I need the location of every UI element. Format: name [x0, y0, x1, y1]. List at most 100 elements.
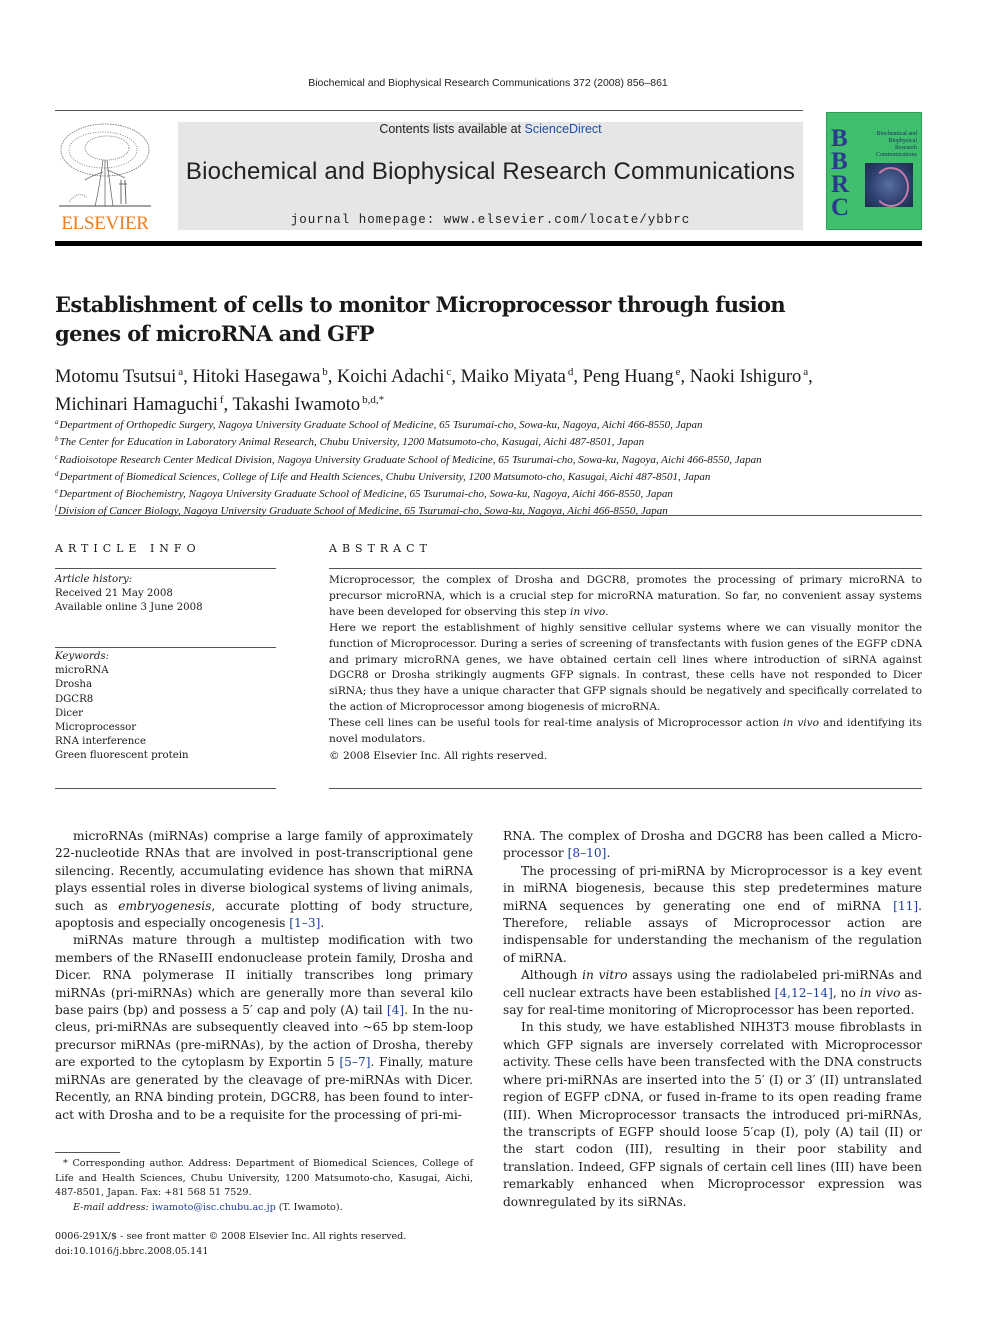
cover-title-line: Communications — [876, 152, 917, 158]
keyword: RNA interference — [55, 736, 146, 748]
abstract-paragraph: Microprocessor, the complex of Drosha an… — [329, 573, 922, 621]
journal-banner: Contents lists available at ScienceDirec… — [178, 122, 803, 230]
author-affil-mark[interactable]: f — [220, 394, 224, 406]
front-matter: 0006-291X/$ - see front matter © 2008 El… — [55, 1230, 473, 1259]
author[interactable]: Michinari Hamaguchi f — [55, 394, 224, 415]
email-link[interactable]: iwamoto@isc.chubu.ac.jp — [152, 1202, 276, 1213]
body-column-right: RNA. The complex of Drosha and DGCR8 has… — [503, 828, 922, 1211]
journal-homepage[interactable]: journal homepage: www.elsevier.com/locat… — [178, 213, 803, 227]
text: Although — [521, 968, 583, 983]
journal-title: Biochemical and Biophysical Research Com… — [185, 158, 796, 185]
author[interactable]: Hitoki Hasegawa b — [192, 366, 328, 387]
history-label: Article history: — [55, 574, 133, 585]
affiliation: aDepartment of Orthopedic Surgery, Nagoy… — [55, 415, 935, 432]
author[interactable]: Motomu Tsutsui a — [55, 366, 183, 387]
text: , no — [832, 985, 860, 1000]
affiliation: fDivision of Cancer Biology, Nagoya Univ… — [55, 501, 935, 518]
author[interactable]: Peng Huang e — [582, 366, 681, 387]
sciencedirect-link[interactable]: ScienceDirect — [525, 122, 602, 136]
italic-text: in vivo — [859, 985, 901, 1000]
text: . — [606, 846, 611, 861]
author-list: Motomu Tsutsui a, Hitoki Hasegawa b, Koich… — [55, 366, 813, 415]
author-name: Maiko Miyata — [460, 367, 566, 387]
cover-title-line: Biophysical — [888, 138, 917, 144]
cover-letters: B B R C — [831, 125, 850, 221]
author-affil-mark[interactable]: a — [803, 366, 808, 378]
corresponding-note: * Corresponding author. Address: Departm… — [55, 1158, 473, 1198]
journal-cover[interactable]: B B R C Biochemical and Biophysical Rese… — [826, 112, 922, 230]
keyword: Drosha — [55, 679, 93, 691]
abstract-rule — [329, 568, 922, 569]
abstract-rule — [329, 788, 922, 789]
author-affil-mark[interactable]: a — [178, 366, 183, 378]
affiliation-mark: c — [55, 452, 59, 461]
keywords: Keywords: microRNA Drosha DGCR8 Dicer Mi… — [55, 650, 276, 764]
body-paragraph: microRNAs (miRNAs) comprise a large fami… — [55, 828, 473, 932]
section-divider — [55, 515, 922, 516]
body-paragraph: RNA. The complex of Drosha and DGCR8 has… — [503, 828, 922, 863]
header-thick-rule — [55, 241, 922, 246]
doi[interactable]: doi:10.1016/j.bbrc.2008.05.141 — [55, 1245, 473, 1260]
received-date: Received 21 May 2008 — [55, 588, 173, 600]
affiliation: bThe Center for Education in Laboratory … — [55, 432, 935, 449]
keyword: Dicer — [55, 707, 84, 719]
author[interactable]: Koichi Adachi c — [337, 366, 451, 387]
abstract-body: Microprocessor, the complex of Drosha an… — [329, 573, 922, 765]
author-affil-mark[interactable]: b,d,* — [362, 394, 384, 406]
body-paragraph: The processing of pri-miRNA by Microproc… — [503, 863, 922, 967]
affiliation-mark: d — [55, 469, 59, 478]
email-line: E-mail address: iwamoto@isc.chubu.ac.jp … — [55, 1201, 473, 1216]
text: RNA. The complex of Drosha and DGCR8 has… — [503, 829, 922, 861]
author-name: Motomu Tsutsui — [55, 367, 177, 387]
italic-text: in vitro — [582, 968, 628, 983]
author[interactable]: Naoki Ishiguro a — [690, 366, 808, 387]
author-name: Peng Huang — [582, 367, 674, 387]
author-affil-mark[interactable]: b — [322, 366, 328, 378]
cover-letter: B — [831, 125, 848, 152]
keyword: Green fluorescent protein — [55, 750, 189, 762]
author-affil-mark[interactable]: e — [676, 366, 681, 378]
abstract-paragraph: Here we report the establishment of high… — [329, 621, 922, 714]
text: Microprocessor, the complex of Drosha an… — [329, 574, 922, 618]
affiliation: cRadioisotope Research Center Medical Di… — [55, 450, 935, 467]
cover-letter: C — [831, 194, 850, 221]
affiliation-mark: e — [55, 487, 59, 496]
tree-icon — [59, 123, 151, 207]
body-paragraph: miRNAs mature through a multistep modifi… — [55, 932, 473, 1123]
article-title: Establishment of cells to monitor Microp… — [55, 292, 786, 346]
author-affil-mark[interactable]: c — [446, 366, 451, 378]
cover-title-line: Biochemical and — [876, 131, 918, 137]
affiliation: eDepartment of Biochemistry, Nagoya Univ… — [55, 484, 935, 501]
citation-link[interactable]: [4,12–14] — [775, 986, 833, 1000]
author-name: Koichi Adachi — [337, 367, 445, 387]
author[interactable]: Takashi Iwamoto b,d,* — [232, 394, 384, 415]
cover-title: Biochemical and Biophysical Research Com… — [857, 131, 917, 159]
citation-link[interactable]: [5–7] — [339, 1055, 370, 1069]
author-affil-mark[interactable]: d — [568, 366, 574, 378]
article-info-rule — [55, 647, 276, 648]
affiliation: dDepartment of Biomedical Sciences, Coll… — [55, 467, 935, 484]
contents-prefix: Contents lists available at — [379, 122, 525, 136]
affiliation-text: Department of Orthopedic Surgery, Nagoya… — [59, 419, 703, 431]
body-column-left: microRNAs (miRNAs) comprise a large fami… — [55, 828, 473, 1124]
citation-link[interactable]: [1–3] — [289, 916, 320, 930]
italic-text: in vivo — [783, 717, 820, 730]
article-info-rule — [55, 788, 276, 789]
affiliation-text: Department of Biomedical Sciences, Colle… — [59, 470, 711, 483]
text: These cell lines can be useful tools for… — [329, 717, 784, 730]
author-name: Takashi Iwamoto — [232, 395, 361, 415]
citation-link[interactable]: [8–10] — [568, 846, 607, 860]
author[interactable]: Maiko Miyata d — [460, 366, 574, 387]
elsevier-logo[interactable]: ELSEVIER — [55, 120, 155, 235]
citation-link[interactable]: [4] — [387, 1003, 404, 1017]
italic-text: in vivo — [569, 605, 606, 618]
running-head: Biochemical and Biophysical Research Com… — [308, 77, 668, 89]
italic-text: embryogenesis — [118, 898, 212, 913]
keyword: DGCR8 — [55, 693, 94, 705]
email-label: E-mail address: — [73, 1201, 149, 1213]
text: . — [605, 605, 609, 618]
affiliation-mark: a — [55, 418, 59, 426]
email-suffix: (T. Iwamoto). — [275, 1201, 343, 1213]
citation-link[interactable]: [11] — [893, 899, 918, 913]
body-paragraph: In this study, we have established NIH3T… — [503, 1020, 922, 1209]
